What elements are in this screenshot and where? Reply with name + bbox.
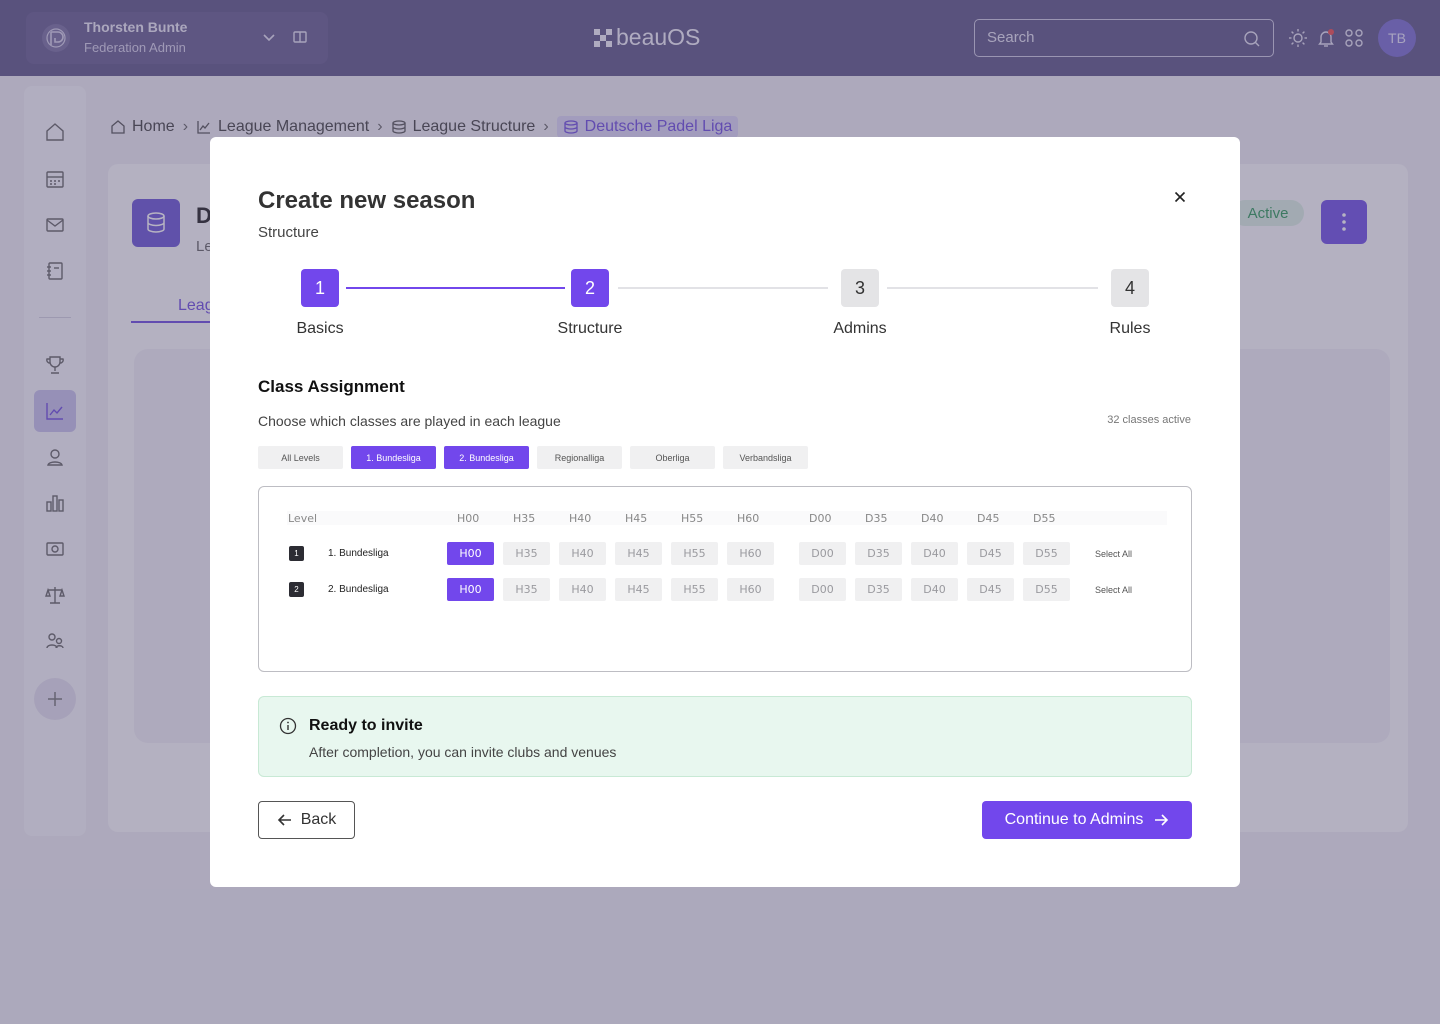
class-cell-d00[interactable]: D00 (799, 542, 846, 565)
grid-header-h00: H00 (457, 512, 480, 525)
filter-chip-regionalliga[interactable]: Regionalliga (537, 446, 622, 469)
grid-header-d55: D55 (1033, 512, 1056, 525)
step-4-label: Rules (1109, 320, 1151, 337)
class-cell-h45[interactable]: H45 (615, 578, 662, 601)
step-1-label: Basics (296, 320, 344, 337)
section-description: Choose which classes are played in each … (258, 413, 561, 429)
class-cell-h35[interactable]: H35 (503, 542, 550, 565)
step-3-label: Admins (833, 320, 887, 337)
grid-header-level: Level (288, 512, 318, 525)
continue-button-label: Continue to Admins (1004, 811, 1144, 828)
class-cell-d35[interactable]: D35 (855, 578, 902, 601)
row-level-name: 1. Bundesliga (328, 548, 389, 559)
grid-header-h55: H55 (681, 512, 704, 525)
class-assignment-grid: Level H00 H35 H40 H45 H55 H60 D00 D35 D4… (258, 486, 1192, 672)
select-all-link[interactable]: Select All (1095, 585, 1132, 595)
step-1-indicator[interactable]: 1 (301, 269, 339, 307)
class-cell-h40[interactable]: H40 (559, 578, 606, 601)
back-button-label: Back (300, 811, 337, 828)
step-2-label: Structure (557, 320, 623, 337)
class-cell-d40[interactable]: D40 (911, 542, 958, 565)
continue-button[interactable]: Continue to Admins (982, 801, 1192, 839)
class-cell-d55[interactable]: D55 (1023, 578, 1070, 601)
modal-title: Create new season (258, 187, 476, 214)
filter-chip-oberliga[interactable]: Oberliga (630, 446, 715, 469)
class-cell-h40[interactable]: H40 (559, 542, 606, 565)
arrow-right-icon (1155, 814, 1169, 826)
class-cell-h60[interactable]: H60 (727, 542, 774, 565)
step-2-indicator[interactable]: 2 (571, 269, 609, 307)
class-cell-d55[interactable]: D55 (1023, 542, 1070, 565)
modal-subtitle: Structure (258, 224, 319, 241)
class-cell-d40[interactable]: D40 (911, 578, 958, 601)
info-title: Ready to invite (309, 717, 423, 734)
info-callout: Ready to invite After completion, you ca… (258, 696, 1192, 777)
filter-chip-all-levels[interactable]: All Levels (258, 446, 343, 469)
back-button[interactable]: Back (258, 801, 355, 839)
grid-header-d35: D35 (865, 512, 888, 525)
step-3-indicator[interactable]: 3 (841, 269, 879, 307)
grid-header-h45: H45 (625, 512, 648, 525)
class-cell-h00[interactable]: H00 (447, 578, 494, 601)
stepper-connector (887, 287, 1098, 289)
class-cell-h60[interactable]: H60 (727, 578, 774, 601)
row-level-name: 2. Bundesliga (328, 584, 389, 595)
class-cell-d35[interactable]: D35 (855, 542, 902, 565)
select-all-link[interactable]: Select All (1095, 549, 1132, 559)
stepper-connector (618, 287, 828, 289)
grid-header-d40: D40 (921, 512, 944, 525)
class-cell-h35[interactable]: H35 (503, 578, 550, 601)
close-icon (1174, 191, 1186, 203)
create-season-modal: Create new season Structure 1 2 3 4 Basi… (210, 137, 1240, 887)
class-cell-h55[interactable]: H55 (671, 542, 718, 565)
filter-chip-2-bundesliga[interactable]: 2. Bundesliga (444, 446, 529, 469)
step-4-indicator[interactable]: 4 (1111, 269, 1149, 307)
info-icon (279, 717, 297, 735)
row-level-badge: 1 (289, 546, 304, 561)
close-button[interactable] (1170, 187, 1190, 207)
class-cell-h45[interactable]: H45 (615, 542, 662, 565)
grid-header-d00: D00 (809, 512, 832, 525)
class-cell-h55[interactable]: H55 (671, 578, 718, 601)
stepper-connector-complete (346, 287, 565, 289)
class-cell-d45[interactable]: D45 (967, 578, 1014, 601)
grid-header-h35: H35 (513, 512, 536, 525)
class-cell-d00[interactable]: D00 (799, 578, 846, 601)
section-title: Class Assignment (258, 377, 405, 396)
grid-header-d45: D45 (977, 512, 1000, 525)
info-description: After completion, you can invite clubs a… (309, 744, 617, 760)
filter-chip-1-bundesliga[interactable]: 1. Bundesliga (351, 446, 436, 469)
grid-header-h60: H60 (737, 512, 760, 525)
grid-header-h40: H40 (569, 512, 592, 525)
arrow-left-icon (277, 814, 291, 826)
filter-chip-verbandsliga[interactable]: Verbandsliga (723, 446, 808, 469)
row-level-badge: 2 (289, 582, 304, 597)
class-cell-h00[interactable]: H00 (447, 542, 494, 565)
classes-active-count: 32 classes active (1107, 414, 1191, 426)
class-cell-d45[interactable]: D45 (967, 542, 1014, 565)
